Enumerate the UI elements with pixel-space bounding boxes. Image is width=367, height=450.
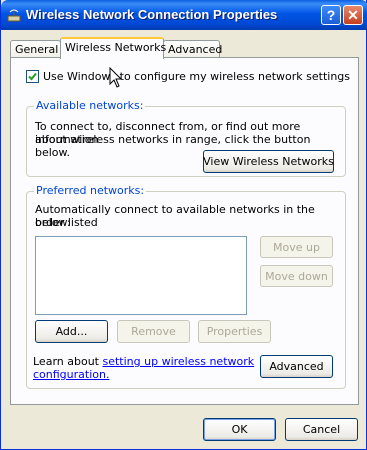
title-bar[interactable]: Wireless Network Connection Properties ?… [1,0,367,30]
move-down-button[interactable]: Move down [260,265,333,287]
tab-panel: Use Windows to configure my wireless net… [10,57,359,405]
setup-wireless-link[interactable]: setting up wireless network [102,355,254,368]
tab-wireless-networks[interactable]: Wireless Networks [60,37,166,59]
advanced-button[interactable]: Advanced [260,355,333,378]
setup-wireless-link-continued[interactable]: configuration. [33,368,109,381]
window-title: Wireless Network Connection Properties [26,7,278,22]
preferred-description-line2: below: [35,216,71,229]
use-windows-label: Use Windows to configure my wireless net… [43,70,351,83]
help-button[interactable]: ? [321,5,341,25]
preferred-networks-label: Preferred networks: [34,184,147,197]
wireless-network-icon [7,9,21,22]
preferred-networks-list[interactable] [35,236,247,315]
available-networks-group: Available networks: To connect to, disco… [26,99,346,177]
preferred-description-line1: Automatically connect to available netwo… [35,203,315,229]
tab-advanced[interactable]: Advanced [163,40,222,58]
cancel-button[interactable]: Cancel [285,418,358,441]
close-button[interactable]: ✕ [343,5,363,25]
move-up-button[interactable]: Move up [260,236,333,258]
checkmark-icon [28,72,37,81]
ok-button[interactable]: OK [203,418,276,441]
use-windows-checkbox[interactable] [26,70,39,83]
learn-about-text: Learn about setting up wireless network … [33,355,254,381]
remove-button[interactable]: Remove [117,320,190,343]
add-button[interactable]: Add... [35,320,108,343]
available-networks-label: Available networks: [34,99,146,112]
view-wireless-networks-button[interactable]: View Wireless Networks [203,150,334,173]
learn-about-prefix: Learn about [33,355,103,368]
tab-general[interactable]: General [10,40,61,58]
properties-button[interactable]: Properties [198,320,271,343]
properties-dialog: Wireless Network Connection Properties ?… [0,0,367,450]
use-windows-option[interactable]: Use Windows to configure my wireless net… [26,70,350,83]
